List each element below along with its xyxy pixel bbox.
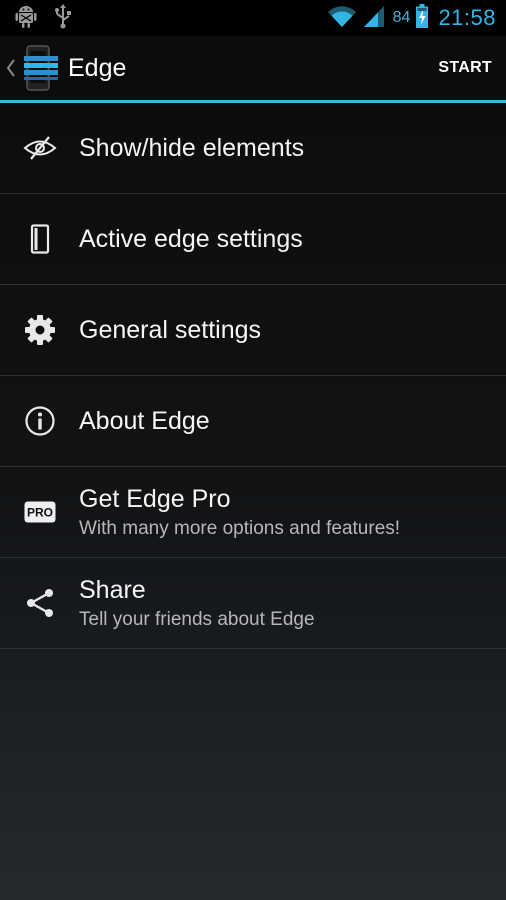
menu-item-active-edge-settings[interactable]: Active edge settings: [0, 194, 506, 285]
usb-icon: [54, 3, 72, 34]
phone-edge-icon: [0, 224, 79, 254]
edge-app-logo-icon: [24, 44, 60, 92]
menu-item-title: Share: [79, 575, 146, 604]
menu-item-get-edge-pro[interactable]: PRO Get Edge Pro With many more options …: [0, 467, 506, 558]
android-debug-icon: [14, 3, 38, 34]
menu-item-title: Show/hide elements: [79, 134, 305, 162]
menu-item-text: Active edge settings: [79, 224, 303, 254]
menu-item-general-settings[interactable]: General settings: [0, 285, 506, 376]
menu-item-text: About Edge: [79, 406, 210, 436]
battery-charging-icon: [416, 3, 429, 33]
signal-icon: [363, 4, 385, 33]
menu-item-title: Active edge settings: [79, 225, 303, 253]
share-icon: [0, 587, 79, 619]
battery-level: 84: [392, 9, 411, 26]
status-notifications: [0, 3, 72, 34]
app-title: Edge: [68, 53, 127, 82]
gear-icon: [0, 314, 79, 346]
start-button[interactable]: START: [424, 36, 506, 100]
pro-badge-icon: PRO: [0, 501, 79, 523]
up-navigation-button[interactable]: Edge: [0, 36, 126, 100]
menu-item-about-edge[interactable]: About Edge: [0, 376, 506, 467]
svg-text:PRO: PRO: [26, 506, 52, 520]
menu-item-text: General settings: [79, 315, 261, 345]
wifi-icon: [327, 4, 357, 33]
action-bar: Edge START: [0, 36, 506, 100]
menu-item-text: Get Edge Pro With many more options and …: [79, 484, 400, 541]
menu-item-title: General settings: [79, 316, 262, 344]
menu-item-text: Share Tell your friends about Edge: [79, 575, 315, 632]
back-caret-icon: [4, 58, 18, 78]
menu-item-title: About Edge: [79, 407, 210, 435]
eye-slash-icon: [0, 135, 79, 161]
status-system-icons: 84 21:58: [327, 3, 506, 33]
settings-menu-list: Show/hide elements Active edge settings: [0, 103, 506, 649]
menu-item-show-hide-elements[interactable]: Show/hide elements: [0, 103, 506, 194]
menu-item-text: Show/hide elements: [79, 133, 304, 163]
status-time: 21:58: [438, 5, 496, 30]
menu-item-subtitle: Tell your friends about Edge: [79, 608, 315, 630]
menu-item-share[interactable]: Share Tell your friends about Edge: [0, 558, 506, 649]
info-icon: [0, 405, 79, 437]
status-bar: 84 21:58: [0, 0, 506, 36]
menu-item-title: Get Edge Pro: [79, 484, 231, 513]
menu-item-subtitle: With many more options and features!: [79, 517, 401, 539]
